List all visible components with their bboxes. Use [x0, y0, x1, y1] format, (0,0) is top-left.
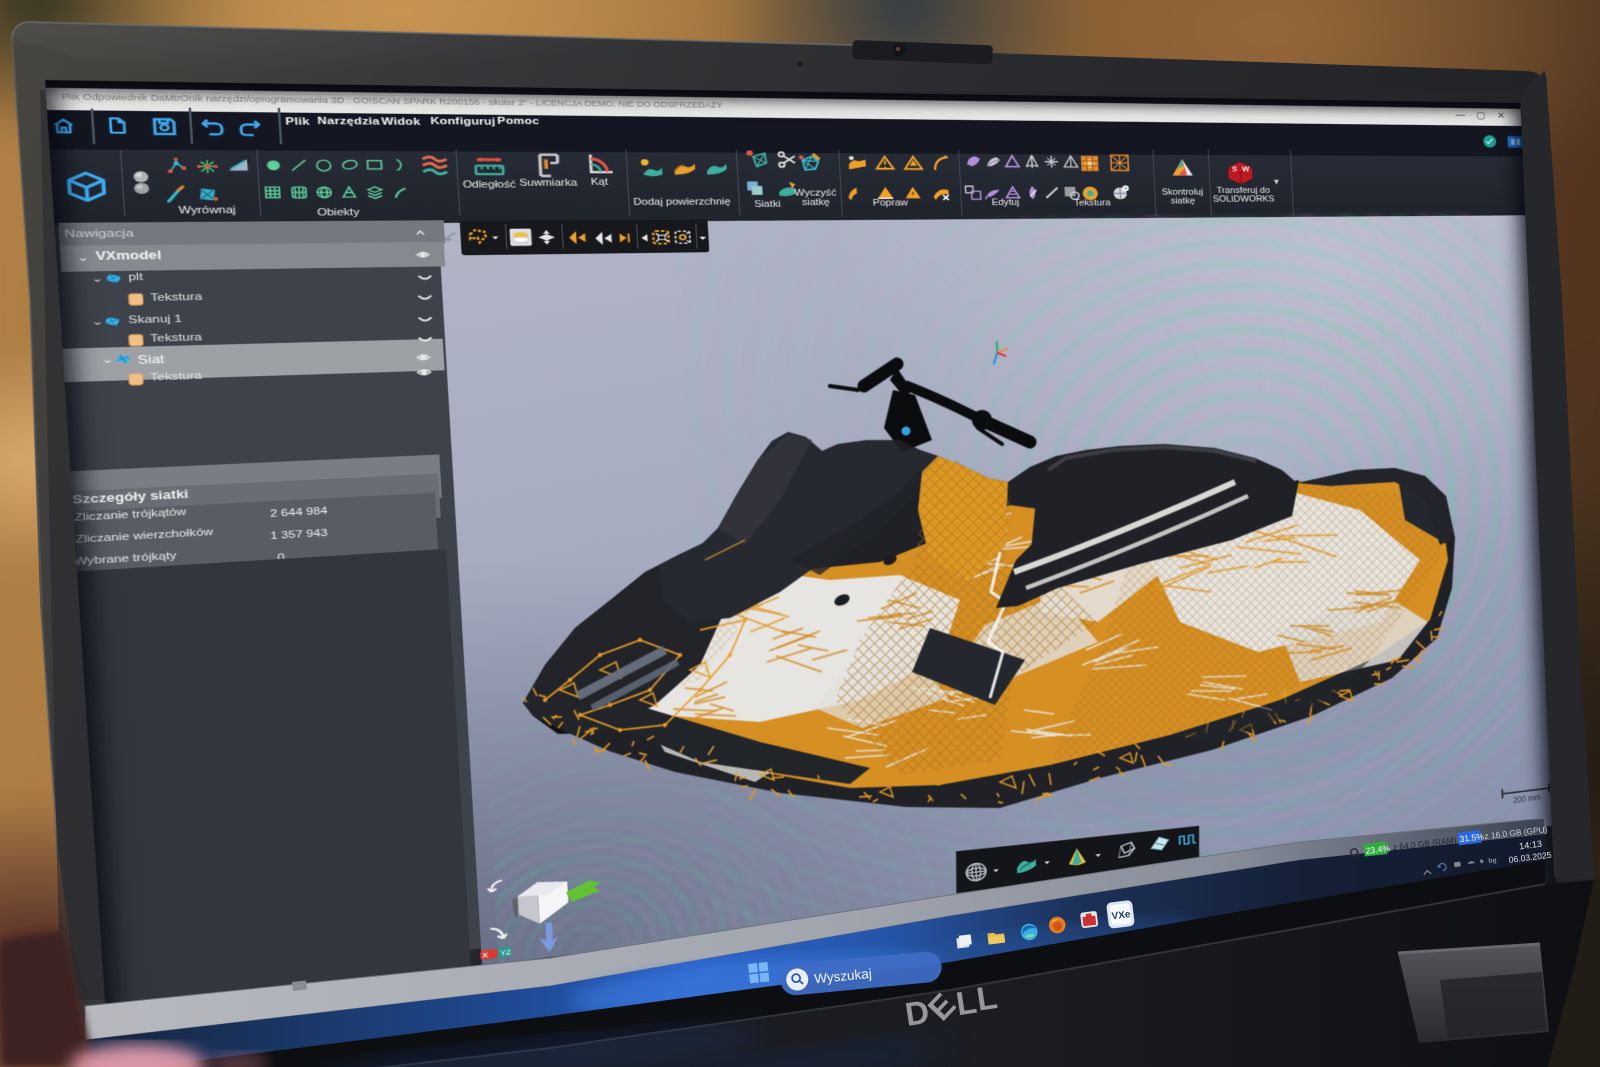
svg-text:VXe: VXe	[1111, 909, 1132, 922]
svg-text:bg: bg	[1488, 857, 1497, 865]
